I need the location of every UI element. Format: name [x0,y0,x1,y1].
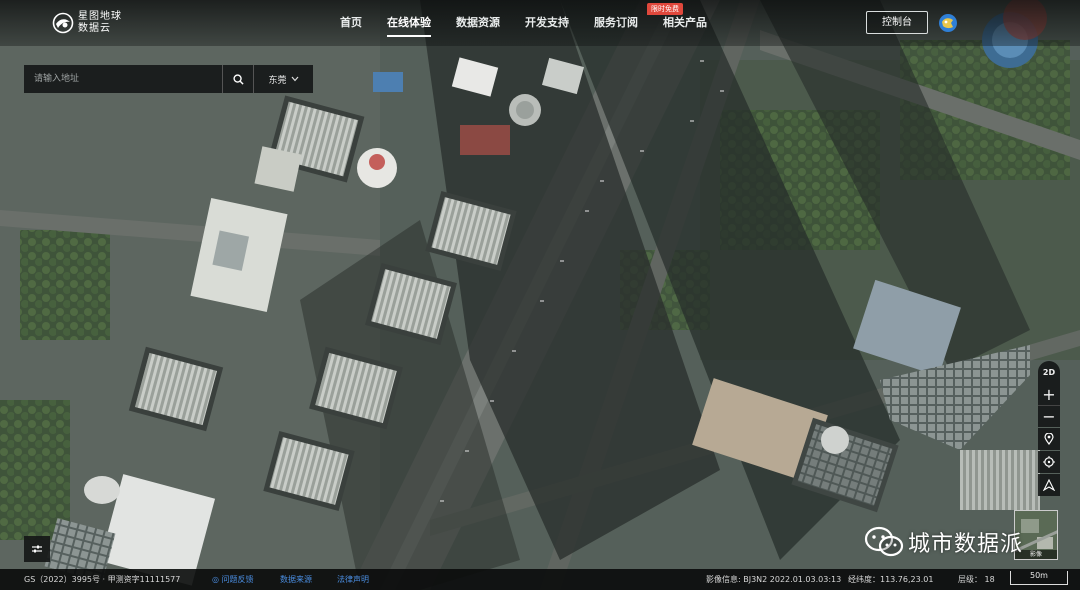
brand-name: 星图地球 数据云 [78,11,122,35]
legal-notice-link[interactable]: 法律声明 [337,569,369,590]
data-source-link[interactable]: 数据来源 [280,569,312,590]
imagery-info-text: 影像信息: BJ3N2 2022.01.03.03:13 [706,575,842,584]
city-select[interactable]: 东莞 [254,65,313,93]
scale-bar: 50m [1010,571,1068,585]
nav-home[interactable]: 首页 [340,0,362,46]
sliders-icon [32,545,42,553]
wechat-icon [864,526,904,557]
chevron-down-icon [291,76,298,82]
coordinates-readout: 经纬度：113.76,23.01 [848,575,934,584]
location-pin-button[interactable] [1038,428,1060,450]
console-button[interactable]: 控制台 [866,11,928,34]
search-icon [232,73,244,85]
brand-name-line1: 星图地球 [78,11,122,22]
zoom-out-button[interactable]: − [1038,405,1060,427]
nav-dev-support[interactable]: 开发支持 [525,0,569,46]
brand-name-line2: 数据云 [78,23,111,34]
top-navigation-bar: 星图地球 数据云 首页 在线体验 数据资源 开发支持 服务订阅 相关产品 限时免… [0,0,1080,46]
nav-service-subscription[interactable]: 服务订阅 [594,0,638,46]
zoom-level-readout: 层级： 18 [958,575,995,584]
map-app: 星图地球 数据云 首页 在线体验 数据资源 开发支持 服务订阅 相关产品 限时免… [0,0,1080,590]
map-license-text: GS（2022）3995号 · 甲测资字11111577 [24,575,181,584]
nav-online-experience[interactable]: 在线体验 [387,0,431,46]
help-circle-icon: ◎ [212,575,219,584]
user-avatar-icon[interactable] [938,13,958,33]
address-search-box: 东莞 [24,65,313,93]
location-pin-icon [1044,433,1054,445]
status-bar: GS（2022）3995号 · 甲测资字11111577 ◎ 问题反馈 数据来源… [0,569,1080,590]
brand-logo[interactable]: 星图地球 数据云 [52,10,132,36]
earth-logo-icon [52,12,74,34]
compass-north-icon [1043,479,1055,491]
wechat-watermark: 城市数据派 [862,522,1023,562]
measure-tool-button[interactable] [1038,474,1060,496]
zoom-in-button[interactable]: + [1038,383,1060,405]
locate-me-button[interactable] [1038,451,1060,473]
free-badge: 限时免费 [647,3,683,15]
city-select-value: 东莞 [268,75,287,86]
nav-data-resources[interactable]: 数据资源 [456,0,500,46]
watermark-text: 城市数据派 [908,532,1024,557]
view-mode-toggle[interactable]: 2D [1038,361,1060,383]
feedback-link[interactable]: ◎ 问题反馈 [212,569,254,590]
crosshair-icon [1043,456,1055,468]
toolbox-button[interactable] [24,536,50,562]
feedback-link-label: 问题反馈 [221,575,254,584]
address-search-input[interactable] [24,65,222,93]
search-button[interactable] [222,65,254,93]
